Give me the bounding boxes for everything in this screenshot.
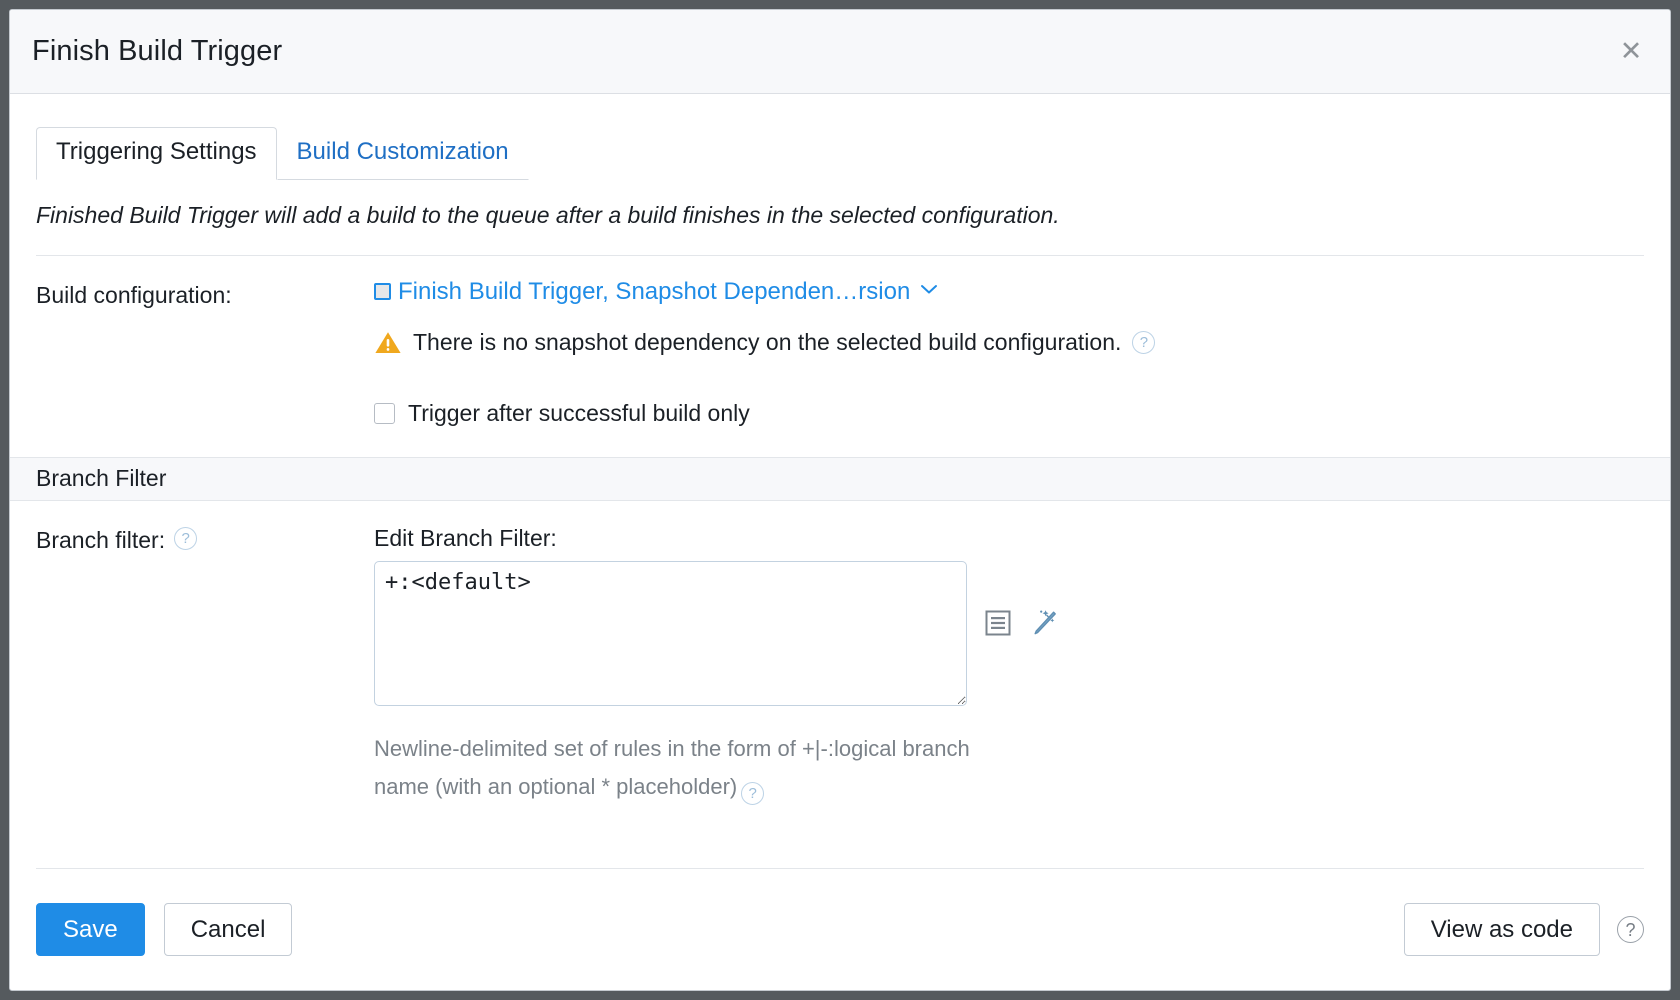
build-configuration-content: Finish Build Trigger, Snapshot Dependen…… <box>374 280 1644 427</box>
snapshot-dependency-warning-text: There is no snapshot dependency on the s… <box>413 329 1121 356</box>
view-as-code-help-icon[interactable]: ? <box>1617 916 1644 943</box>
snapshot-dependency-warning: There is no snapshot dependency on the s… <box>374 329 1644 356</box>
warning-triangle-icon <box>374 330 402 355</box>
branch-filter-section-title: Branch Filter <box>36 465 166 492</box>
tab-bar: Triggering Settings Build Customization <box>36 127 1670 179</box>
dialog-footer: Save Cancel View as code ? <box>36 868 1644 990</box>
footer-secondary-actions: View as code ? <box>1404 903 1644 956</box>
tab-build-customization[interactable]: Build Customization <box>277 127 529 180</box>
snapshot-dependency-help-icon[interactable]: ? <box>1132 331 1155 354</box>
branch-filter-tools <box>985 561 1058 642</box>
build-configuration-icon <box>374 283 391 300</box>
branch-filter-content: Edit Branch Filter: <box>374 525 1644 806</box>
chevron-down-icon[interactable] <box>920 283 938 299</box>
branch-filter-label: Branch filter: <box>36 527 165 554</box>
tab-triggering-settings[interactable]: Triggering Settings <box>36 127 277 180</box>
edit-branch-filter-label: Edit Branch Filter: <box>374 525 1644 552</box>
view-as-code-button[interactable]: View as code <box>1404 903 1600 956</box>
trigger-after-successful-build-row[interactable]: Trigger after successful build only <box>374 400 1644 427</box>
build-configuration-label: Build configuration: <box>36 280 374 427</box>
dialog-body: Triggering Settings Build Customization … <box>10 94 1670 868</box>
branch-filter-hint-help-icon[interactable]: ? <box>741 782 764 805</box>
branch-filter-label-group: Branch filter: ? <box>36 525 374 806</box>
dialog-header: Finish Build Trigger ✕ <box>10 10 1670 94</box>
finish-build-trigger-dialog: Finish Build Trigger ✕ Triggering Settin… <box>9 9 1671 991</box>
page-title: Finish Build Trigger <box>32 35 282 68</box>
trigger-after-successful-build-label: Trigger after successful build only <box>408 400 750 427</box>
show-rules-icon[interactable] <box>985 610 1011 641</box>
close-icon[interactable]: ✕ <box>1614 35 1648 69</box>
branch-filter-row: Branch filter: ? Edit Branch Filter: <box>36 501 1644 806</box>
branch-filter-help-icon[interactable]: ? <box>174 527 197 550</box>
branch-filter-section-header: Branch Filter <box>10 457 1670 501</box>
build-configuration-selector[interactable]: Finish Build Trigger, Snapshot Dependen…… <box>374 280 1644 304</box>
save-button[interactable]: Save <box>36 903 145 956</box>
branch-filter-editor <box>374 561 1644 706</box>
branch-filter-textarea[interactable] <box>374 561 967 706</box>
branch-filter-hint-text: Newline-delimited set of rules in the fo… <box>374 736 970 799</box>
trigger-after-successful-build-checkbox[interactable] <box>374 403 395 424</box>
cancel-button[interactable]: Cancel <box>164 903 293 956</box>
tab-build-customization-label: Build Customization <box>297 138 509 165</box>
dialog-description: Finished Build Trigger will add a build … <box>36 201 1644 231</box>
build-configuration-link[interactable]: Finish Build Trigger, Snapshot Dependen…… <box>398 280 910 304</box>
magic-wand-icon[interactable] <box>1028 609 1058 642</box>
branch-filter-hint: Newline-delimited set of rules in the fo… <box>374 730 999 806</box>
build-configuration-row: Build configuration: Finish Build Trigge… <box>36 256 1644 427</box>
footer-primary-actions: Save Cancel <box>36 903 292 956</box>
tab-triggering-settings-label: Triggering Settings <box>56 138 257 165</box>
